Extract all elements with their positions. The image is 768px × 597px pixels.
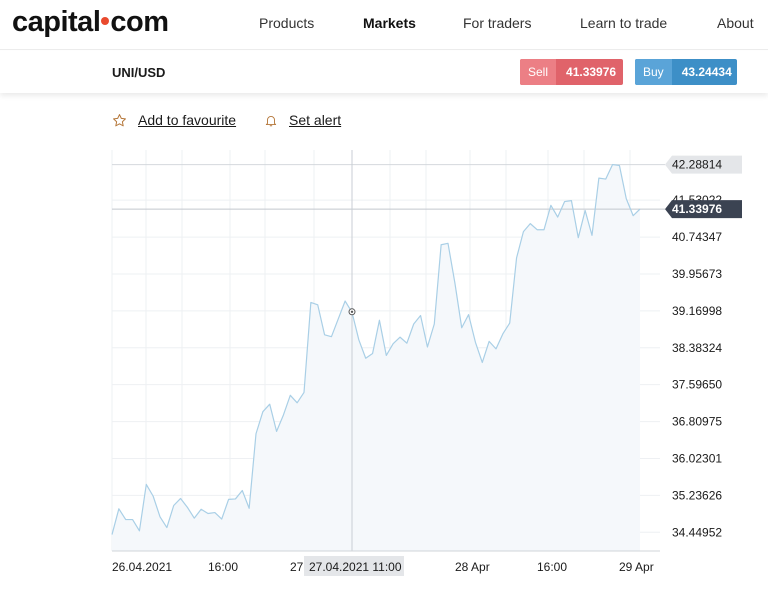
crosshair-x-label: 27.04.2021 11:00 [309,560,402,574]
sell-button[interactable]: Sell 41.33976 [520,59,623,85]
buy-button[interactable]: Buy 43.24434 [635,59,737,85]
y-tick-label: 34.44952 [672,525,722,539]
instrument-symbol: UNI/USD [112,65,166,80]
x-tick-label: 28 Apr [455,560,490,574]
y-tick-label: 37.59650 [672,378,722,392]
star-icon [112,113,127,128]
logo-dot [101,17,110,26]
instrument-bar: UNI/USD Sell 41.33976 Buy 43.24434 [0,51,768,93]
current-price-label: 41.33976 [672,202,722,216]
y-tick-label: 36.02301 [672,451,722,465]
add-to-favourite-label: Add to favourite [138,112,237,128]
price-chart-svg[interactable]: 34.44952 35.23626 36.02301 36.80975 37.59650… [0,140,768,580]
y-tick-label: 35.23626 [672,488,722,502]
set-alert-button[interactable]: Set alert [264,112,341,128]
price-chart[interactable]: 34.44952 35.23626 36.02301 36.80975 37.59650… [0,140,768,580]
y-tick-label: 39.16998 [672,304,722,318]
set-alert-label: Set alert [289,112,342,128]
y-tick-label: 39.95673 [672,267,722,281]
y-tick-label: 36.80975 [672,415,722,429]
buy-label: Buy [635,59,672,85]
high-price-label: 42.28814 [672,158,722,172]
price-area-fill [112,164,640,551]
nav-for-traders[interactable]: For traders [463,15,531,31]
sell-label: Sell [520,59,557,85]
nav-learn-to-trade[interactable]: Learn to trade [580,15,667,31]
y-tick-label: 38.38324 [672,341,722,355]
buy-price: 43.24434 [681,65,732,79]
top-navigation: capital com Products Markets For traders … [0,0,768,50]
add-to-favourite-button[interactable]: Add to favourite [112,112,236,128]
logo-text-right: com [110,6,169,38]
sell-price: 41.33976 [566,65,617,79]
nav-about[interactable]: About [717,15,754,31]
nav-markets[interactable]: Markets [363,15,416,31]
x-tick-label: 26.04.2021 [112,560,172,574]
nav-products[interactable]: Products [259,15,314,31]
x-tick-label: 27 [290,560,304,574]
x-tick-label: 29 Apr [619,560,654,574]
y-tick-label: 40.74347 [672,230,722,244]
bell-icon [264,113,278,128]
x-tick-label: 16:00 [208,560,238,574]
logo-text-left: capital [12,6,101,38]
crosshair-point-center [350,310,354,314]
capital-com-logo[interactable]: capital com [12,6,169,39]
x-tick-label: 16:00 [537,560,567,574]
